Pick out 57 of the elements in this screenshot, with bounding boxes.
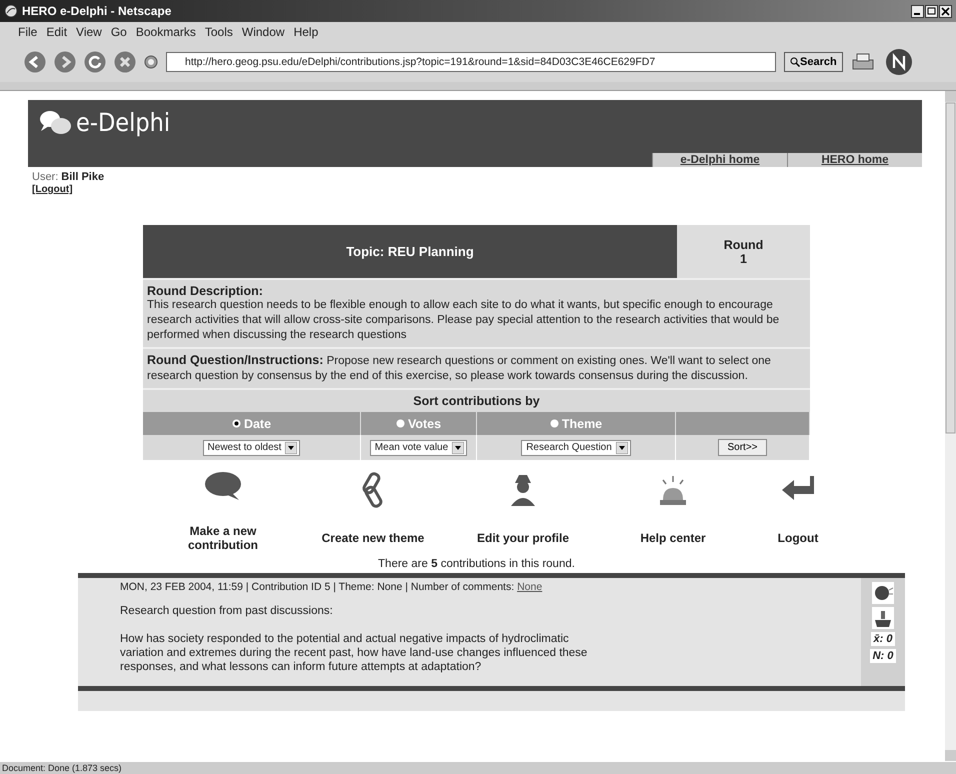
- site-logo: e-Delphi: [76, 108, 170, 137]
- menu-item[interactable]: Help: [294, 25, 318, 39]
- nav-link[interactable]: HERO home: [787, 153, 922, 167]
- menu-item[interactable]: Go: [110, 25, 127, 39]
- home-icon[interactable]: [144, 55, 158, 69]
- instructions-text: Round Question/Instructions: Propose new research questions or comment on existing ones. We'll want to select one research question by consensus by the end of this exercise, so please work towards consensus during the discussion.: [147, 353, 772, 384]
- dropdown[interactable]: Mean vote value: [370, 440, 468, 456]
- dropdown[interactable]: Research Question: [521, 440, 631, 456]
- action-link[interactable]: Logout: [778, 522, 818, 554]
- window-title: HERO e-Delphi - Netscape: [22, 4, 172, 18]
- dropdown-arrow-icon: [452, 442, 464, 454]
- action-link[interactable]: Create new theme: [322, 522, 424, 554]
- dropdown[interactable]: Newest to oldest: [202, 440, 300, 456]
- vote-count: N: 0: [870, 649, 896, 663]
- close-icon[interactable]: [939, 4, 952, 18]
- user-name: Bill Pike: [61, 171, 104, 183]
- back-icon[interactable]: [24, 51, 46, 73]
- sort-button[interactable]: Sort>>: [718, 439, 767, 456]
- dropdown-arrow-icon: [285, 442, 298, 454]
- reload-icon[interactable]: [84, 51, 106, 73]
- topic-title: Topic: REU Planning: [143, 225, 677, 278]
- comments-link[interactable]: None: [517, 581, 542, 593]
- stop-icon[interactable]: [114, 51, 136, 73]
- menu-item[interactable]: File: [18, 25, 38, 39]
- status-text: Document: Done (1.873 secs): [2, 763, 122, 773]
- action-link[interactable]: Edit your profile: [476, 522, 569, 554]
- round-label: Round 1: [677, 225, 810, 278]
- address-field[interactable]: http://hero.geog.psu.edu/eDelphi/contributions.jsp?topic=191&round=1&sid=84D03C3E46CE629FD7: [166, 52, 776, 72]
- ballot-box-icon[interactable]: [872, 607, 894, 629]
- speaking-head-icon[interactable]: [872, 582, 894, 604]
- description-text: This research question needs to be flexible enough to allow each site to do what it wants, but specific enough to encourage research activities that will allow cross-site comparisons. Please pay special attention to the research activities that would be performed when discussing the research questions: [147, 298, 780, 343]
- forward-icon[interactable]: [54, 51, 76, 73]
- logout-link[interactable]: [Logout]: [32, 184, 73, 195]
- contribution-count: There are 5 contributions in this round.: [377, 558, 576, 570]
- menu-item[interactable]: Edit: [46, 25, 68, 39]
- menu-item[interactable]: Tools: [204, 25, 233, 39]
- minimize-icon[interactable]: [911, 4, 924, 18]
- search-button[interactable]: Search: [784, 52, 843, 72]
- user-label: User:: [32, 171, 58, 183]
- contribution-title: Research question from past discussions:: [120, 605, 334, 617]
- search-icon: [790, 57, 800, 67]
- maximize-icon[interactable]: [925, 4, 938, 18]
- radio-button[interactable]: [232, 419, 241, 428]
- action-link[interactable]: Help center: [640, 522, 706, 554]
- contribution-text: How has society responded to the potential and actual negative impacts of hydroclimatic variation and extremes during the recent past, how have land-use changes influenced these responses, and what lessons can inform future attempts at adaptation?: [120, 632, 588, 674]
- nav-link[interactable]: e-Delphi home: [652, 153, 787, 167]
- radio-button[interactable]: [396, 419, 405, 428]
- menu-item[interactable]: View: [76, 25, 102, 39]
- contribution-meta: MON, 23 FEB 2004, 11:59 | Contribution ID 5 | Theme: None | Number of comments:: [120, 581, 516, 593]
- menu-item[interactable]: Bookmarks: [136, 25, 196, 39]
- radio-button[interactable]: [550, 419, 559, 428]
- dropdown-arrow-icon: [616, 442, 628, 454]
- chat-bubbles-icon: [38, 108, 72, 136]
- menu-item[interactable]: Window: [242, 25, 285, 39]
- mean-vote: x̄: 0: [870, 632, 896, 646]
- section-heading: Round Description:: [147, 284, 264, 298]
- action-link[interactable]: Make a new contribution: [168, 522, 278, 554]
